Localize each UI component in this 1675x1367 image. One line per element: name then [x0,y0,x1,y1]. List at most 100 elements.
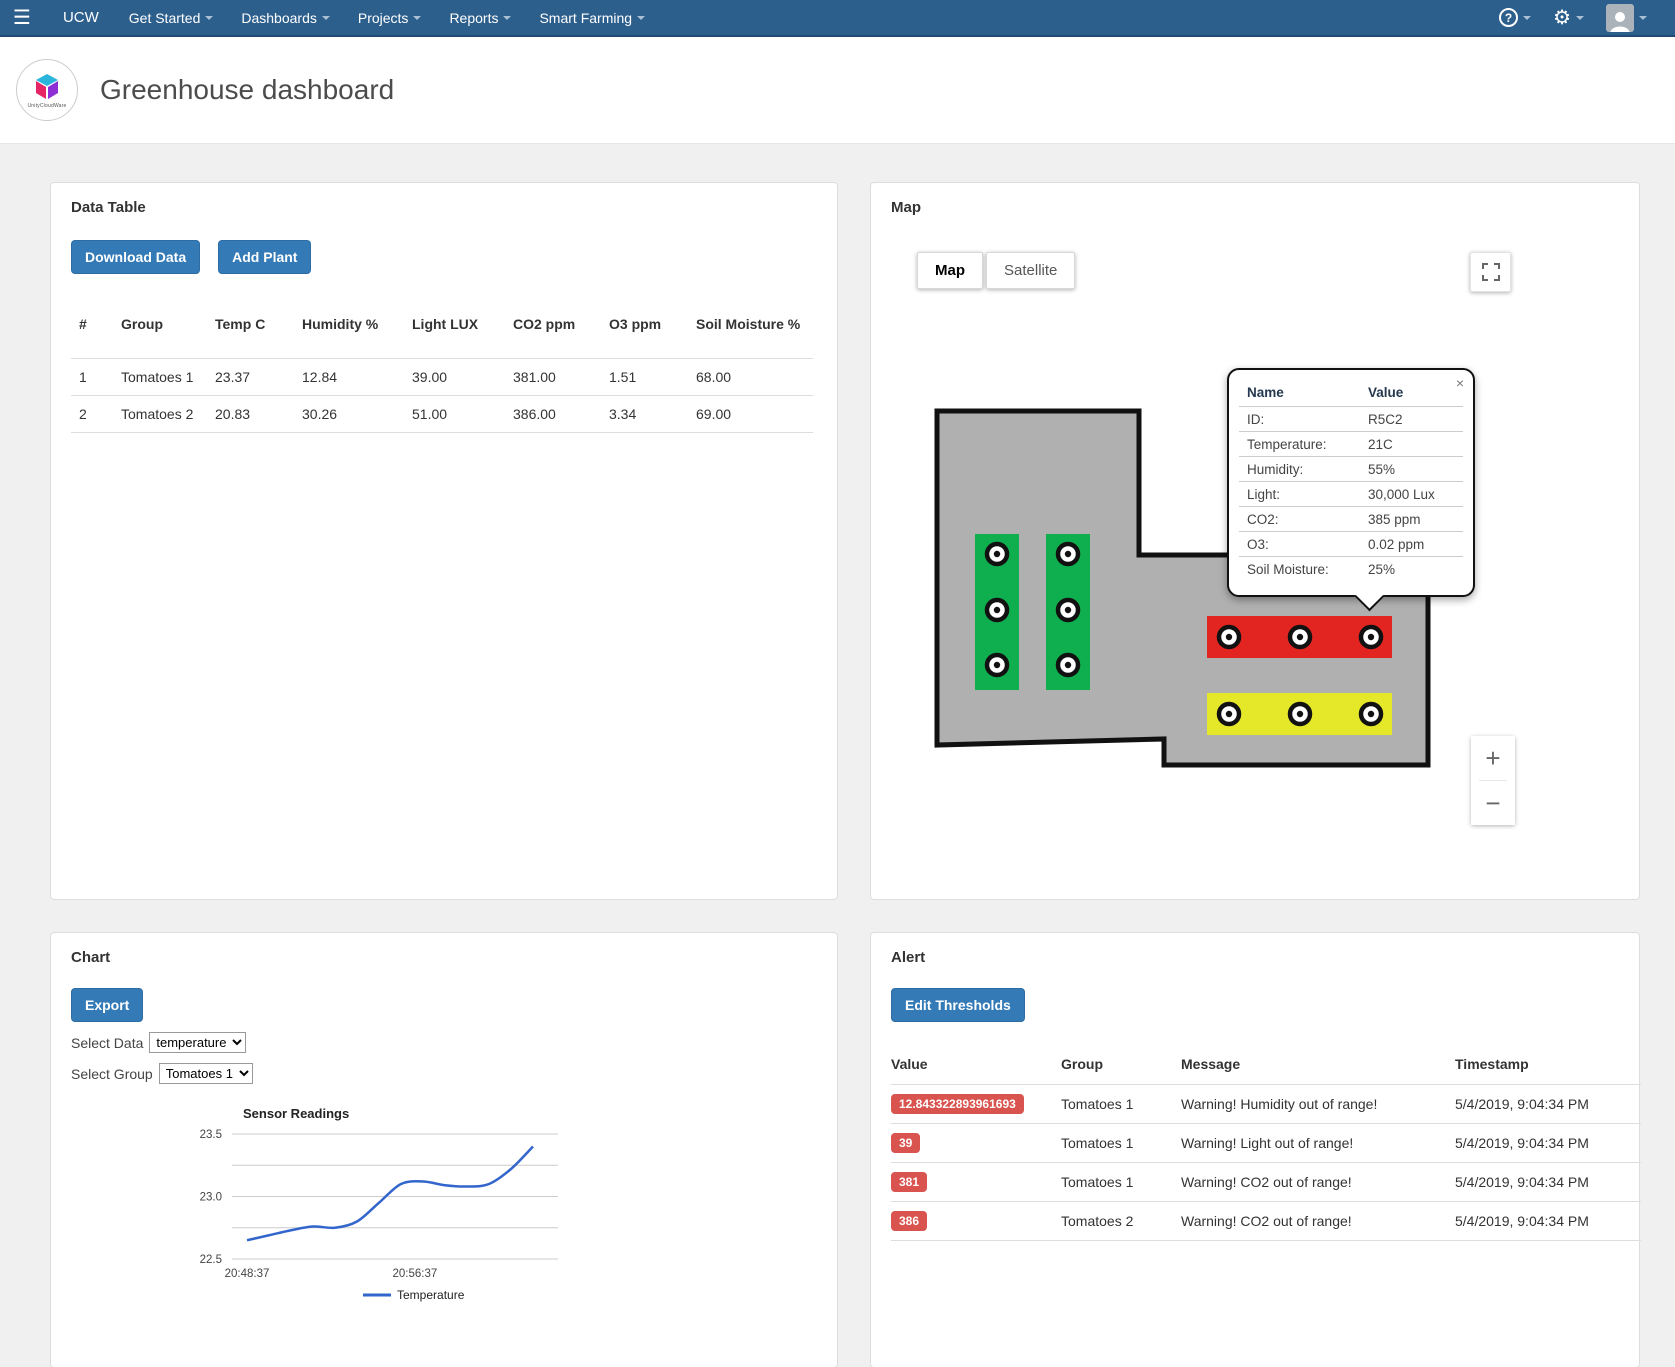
value-badge: 386 [891,1211,927,1231]
sensor-data-table: # Group Temp C Humidity % Light LUX CO2 … [71,308,813,433]
zoom-in-button[interactable]: + [1471,736,1515,780]
sensor-marker[interactable] [1290,704,1310,724]
column-header: CO2 ppm [505,308,601,359]
add-plant-button[interactable]: Add Plant [218,240,311,274]
nav-item-reports[interactable]: Reports [435,10,525,26]
sensor-marker[interactable] [987,544,1007,564]
popup-value-header: Value [1360,382,1463,407]
nav-item-label: Smart Farming [539,10,632,26]
alert-message: Warning! CO2 out of range! [1181,1163,1455,1202]
cell-light: 39.00 [404,359,505,396]
value-badge: 12.843322893961693 [891,1094,1024,1114]
alerts-table: Value Group Message Timestamp 12.8433228… [891,1048,1641,1241]
chevron-down-icon [503,16,511,20]
alert-row: 386 Tomatoes 2 Warning! CO2 out of range… [891,1202,1641,1241]
sensor-marker[interactable] [1361,627,1381,647]
column-header: # [71,308,113,359]
nav-item-smart-farming[interactable]: Smart Farming [525,10,659,26]
fullscreen-button[interactable] [1470,252,1511,292]
alert-title: Alert [891,949,1619,966]
nav-item-get-started[interactable]: Get Started [115,10,228,26]
value-badge: 381 [891,1172,927,1192]
chart-plot-title: Sensor Readings [243,1106,349,1121]
sensor-marker[interactable] [987,655,1007,675]
column-header: O3 ppm [601,308,688,359]
zoom-out-button[interactable]: − [1471,781,1515,825]
table-row: 1 Tomatoes 1 23.37 12.84 39.00 381.00 1.… [71,359,813,396]
column-header: Humidity % [294,308,404,359]
alert-group: Tomatoes 1 [1061,1085,1181,1124]
sensor-marker[interactable] [1361,704,1381,724]
column-header: Value [891,1048,1061,1085]
alert-message: Warning! Light out of range! [1181,1124,1455,1163]
popup-row-name: CO2: [1239,507,1360,532]
popup-row-value: 0.02 ppm [1360,532,1463,557]
alert-group: Tomatoes 1 [1061,1124,1181,1163]
export-button[interactable]: Export [71,988,143,1022]
map-zoom-control: + − [1471,736,1515,825]
cell-co2: 386.00 [505,396,601,433]
cell-o3: 3.34 [601,396,688,433]
select-group-dropdown[interactable]: Tomatoes 1 [159,1063,253,1084]
avatar [1606,4,1634,32]
map-panel: Map Map Satellite [870,182,1640,900]
chart-panel: Chart Export Select Data temperature Sel… [50,932,838,1367]
cell-index: 1 [71,359,113,396]
column-header: Message [1181,1048,1455,1085]
popup-row-name: Temperature: [1239,432,1360,457]
cell-humidity: 12.84 [294,359,404,396]
x-tick-label: 20:48:37 [225,1268,270,1280]
fullscreen-icon [1482,263,1500,281]
x-tick-label: 20:56:37 [392,1268,437,1280]
hamburger-menu-icon[interactable]: ☰ [0,5,43,30]
chevron-down-icon [1576,16,1584,20]
alert-timestamp: 5/4/2019, 9:04:34 PM [1455,1163,1641,1202]
brand-link[interactable]: UCW [43,9,115,26]
column-header: Temp C [207,308,294,359]
cell-co2: 381.00 [505,359,601,396]
sensor-marker[interactable] [1219,704,1239,724]
sensor-marker[interactable] [1058,544,1078,564]
data-table-panel: Data Table Download Data Add Plant # Gro… [50,182,838,900]
alert-row: 381 Tomatoes 1 Warning! CO2 out of range… [891,1163,1641,1202]
chevron-down-icon [322,16,330,20]
dashboard-grid: Data Table Download Data Add Plant # Gro… [50,182,1640,1367]
sensor-readings-chart: Sensor Readings23.523.022.520:48:3720:56… [170,1102,720,1317]
sensor-marker[interactable] [1290,627,1310,647]
sensor-marker[interactable] [1058,600,1078,620]
cell-group: Tomatoes 2 [113,396,207,433]
table-row: 2 Tomatoes 2 20.83 30.26 51.00 386.00 3.… [71,396,813,433]
sensor-marker[interactable] [987,600,1007,620]
map-view-button[interactable]: Map [917,252,983,289]
sensor-marker[interactable] [1058,655,1078,675]
y-tick-label: 23.5 [200,1129,222,1141]
satellite-view-button[interactable]: Satellite [986,252,1075,289]
edit-thresholds-button[interactable]: Edit Thresholds [891,988,1025,1022]
popup-row-value: 25% [1360,557,1463,582]
nav-item-dashboards[interactable]: Dashboards [227,10,344,26]
popup-row-name: Humidity: [1239,457,1360,482]
column-header: Group [1061,1048,1181,1085]
select-data-dropdown[interactable]: temperature [149,1032,246,1053]
nav-item-projects[interactable]: Projects [344,10,436,26]
chart-title: Chart [71,949,817,966]
sensor-marker[interactable] [1219,627,1239,647]
user-menu[interactable] [1606,4,1647,32]
data-table-title: Data Table [71,199,817,216]
download-data-button[interactable]: Download Data [71,240,200,274]
map-canvas[interactable]: Map Satellite [891,240,1531,840]
page-header: UnityCloudWare Greenhouse dashboard [0,37,1675,144]
navbar-right-icons: ? ⚙ [1499,4,1675,32]
page-title: Greenhouse dashboard [100,74,394,106]
close-icon[interactable]: × [1456,375,1464,391]
alert-timestamp: 5/4/2019, 9:04:34 PM [1455,1085,1641,1124]
chevron-down-icon [1523,16,1531,20]
line-chart: Sensor Readings23.523.022.520:48:3720:56… [170,1102,720,1317]
settings-menu[interactable]: ⚙ [1553,8,1584,28]
y-tick-label: 22.5 [200,1254,222,1266]
popup-row-value: 30,000 Lux [1360,482,1463,507]
top-navbar: ☰ UCW Get Started Dashboards Projects Re… [0,0,1675,37]
popup-row-name: ID: [1239,407,1360,432]
popup-row-value: 55% [1360,457,1463,482]
help-menu[interactable]: ? [1499,8,1531,27]
